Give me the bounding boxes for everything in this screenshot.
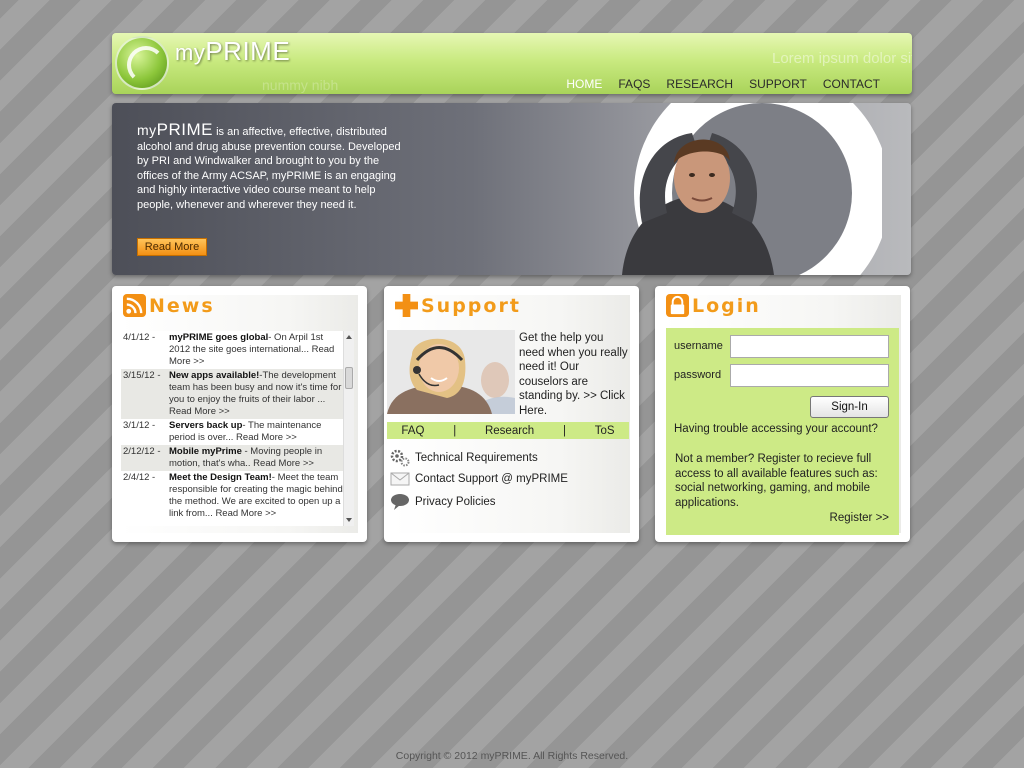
news-headline[interactable]: Meet the Design Team! <box>169 472 272 483</box>
nav-contact[interactable]: CONTACT <box>815 77 888 91</box>
news-date: 2/12/12 - <box>123 446 161 457</box>
support-panel: Support Get the help you need when you r… <box>384 286 639 542</box>
news-headline[interactable]: myPRIME goes global <box>169 332 268 343</box>
logo[interactable]: myPRIME <box>175 36 290 67</box>
header-watermark-text: Lorem ipsum dolor sit amet <box>772 50 912 67</box>
header-bar: Lorem ipsum dolor sit amet nummy nibh my… <box>112 33 912 94</box>
banner-person-image <box>622 133 774 275</box>
password-label: password <box>674 369 722 381</box>
envelope-icon <box>390 472 410 486</box>
support-link-faq[interactable]: FAQ <box>401 425 424 437</box>
link-separator: | <box>562 424 566 437</box>
banner-brand-prefix: my <box>137 122 157 138</box>
support-item-privacy[interactable]: Privacy Policies <box>390 493 496 511</box>
news-list[interactable]: 4/1/12 - myPRIME goes global- On Arpil 1… <box>121 331 350 526</box>
banner-brand-main: PRIME <box>156 120 214 139</box>
nav-support[interactable]: SUPPORT <box>741 77 815 91</box>
login-form: username password Sign-In Having trouble… <box>666 328 899 535</box>
news-headline[interactable]: Servers back up <box>169 420 242 431</box>
news-title: News <box>149 295 215 317</box>
support-links-bar: FAQ | Research | ToS <box>387 422 629 439</box>
nav-home[interactable]: HOME <box>558 77 610 91</box>
password-input[interactable] <box>730 364 889 387</box>
username-label: username <box>674 340 723 352</box>
hero-banner: myPRIME is an affective, effective, dist… <box>112 103 911 275</box>
lock-icon <box>666 294 689 317</box>
scroll-thumb[interactable] <box>345 367 353 389</box>
news-date: 3/15/12 - <box>123 370 161 381</box>
login-title: Login <box>692 295 761 317</box>
news-body: Meet the Design Team!- Meet the team res… <box>169 472 346 520</box>
news-headline[interactable]: Mobile myPrime <box>169 446 242 457</box>
support-item-label: Contact Support @ myPRIME <box>415 473 568 485</box>
support-item-contact[interactable]: Contact Support @ myPRIME <box>390 471 568 487</box>
support-help-text: Get the help you need when you really ne… <box>519 331 631 418</box>
support-agent-photo <box>387 330 515 414</box>
header-watermark-text-2: nummy nibh <box>262 77 339 93</box>
news-headline[interactable]: New apps available! <box>169 370 259 381</box>
rss-icon <box>123 294 146 317</box>
support-title: Support <box>421 295 521 317</box>
register-link[interactable]: Register >> <box>830 512 889 524</box>
news-body: Servers back up- The maintenance period … <box>169 420 346 444</box>
nav-faqs[interactable]: FAQS <box>610 77 658 91</box>
news-panel: News 4/1/12 - myPRIME goes global- On Ar… <box>112 286 367 542</box>
main-nav: HOME FAQS RESEARCH SUPPORT CONTACT <box>558 77 888 91</box>
login-panel: Login username password Sign-In Having t… <box>655 286 910 542</box>
news-date: 4/1/12 - <box>123 332 156 343</box>
gears-icon <box>390 449 410 467</box>
news-body: Mobile myPrime - Moving people in motion… <box>169 446 346 470</box>
news-date: 2/4/12 - <box>123 472 156 483</box>
logo-swirl-icon[interactable] <box>115 36 169 90</box>
news-item[interactable]: 4/1/12 - myPRIME goes global- On Arpil 1… <box>121 331 350 369</box>
plus-icon <box>395 294 418 317</box>
account-trouble-link[interactable]: Having trouble accessing your account? <box>674 423 878 435</box>
member-info-text: Not a member? Register to recieve full a… <box>675 453 878 509</box>
username-input[interactable] <box>730 335 889 358</box>
link-separator: | <box>453 424 457 437</box>
support-link-tos[interactable]: ToS <box>595 425 615 437</box>
banner-brand: myPRIME <box>137 120 213 139</box>
news-scrollbar[interactable] <box>343 331 354 526</box>
news-item[interactable]: 3/15/12 - New apps available!-The develo… <box>121 369 350 419</box>
news-item[interactable]: 2/12/12 - Mobile myPrime - Moving people… <box>121 445 350 471</box>
support-link-research[interactable]: Research <box>485 425 534 437</box>
support-item-label: Privacy Policies <box>415 496 496 508</box>
logo-main: PRIME <box>205 36 291 66</box>
read-more-button[interactable]: Read More <box>137 238 207 256</box>
support-item-label: Technical Requirements <box>415 452 538 464</box>
news-body: New apps available!-The development team… <box>169 370 346 418</box>
banner-description: myPRIME is an affective, effective, dist… <box>137 120 407 212</box>
speech-bubble-icon <box>391 494 409 510</box>
logo-prefix: my <box>175 40 206 65</box>
news-item[interactable]: 2/4/12 - Meet the Design Team!- Meet the… <box>121 471 350 521</box>
support-item-technical[interactable]: Technical Requirements <box>390 449 538 467</box>
scroll-up-arrow-icon[interactable] <box>346 335 352 339</box>
news-item[interactable]: 3/1/12 - Servers back up- The maintenanc… <box>121 419 350 445</box>
footer-copyright: Copyright © 2012 myPRIME. All Rights Res… <box>395 750 629 762</box>
news-date: 3/1/12 - <box>123 420 156 431</box>
news-body: myPRIME goes global- On Arpil 1st 2012 t… <box>169 332 346 368</box>
sign-in-button[interactable]: Sign-In <box>810 396 889 418</box>
scroll-down-arrow-icon[interactable] <box>346 518 352 522</box>
nav-research[interactable]: RESEARCH <box>658 77 741 91</box>
